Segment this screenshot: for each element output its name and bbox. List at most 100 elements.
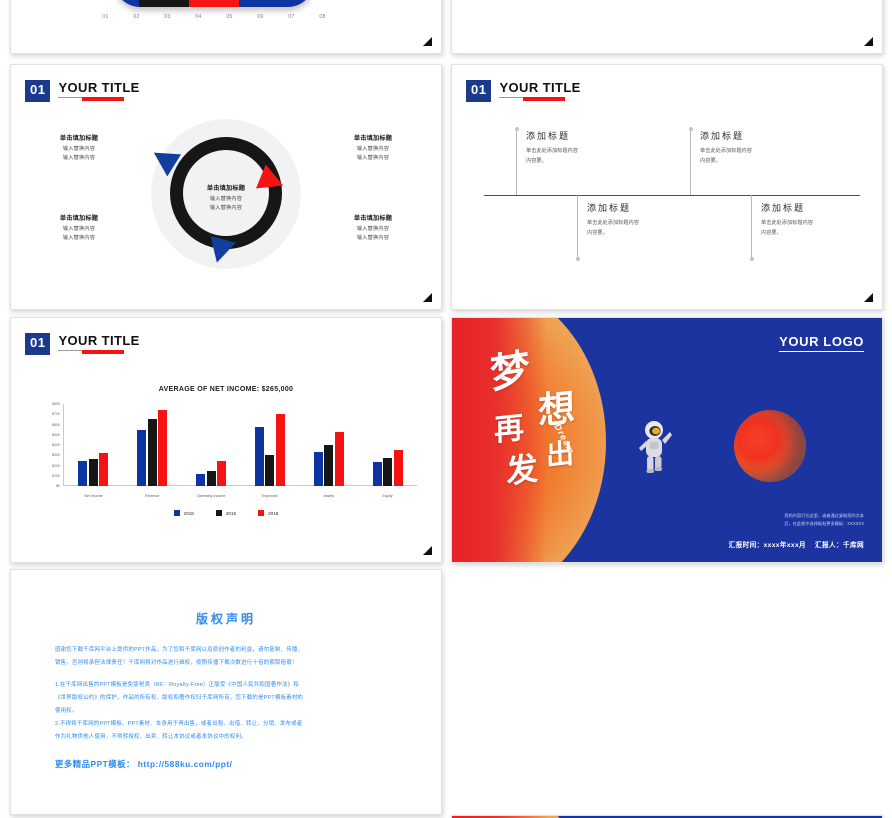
y-axis-tick-label: $600 (52, 422, 60, 427)
small-planet-graphic (734, 410, 806, 482)
copyright-heading: 版权声明 (195, 612, 256, 626)
pill-axis-labels: 01 02 03 04 05 06 07 08 (90, 14, 338, 20)
cycle-center-line1: 输入替换内容 (209, 196, 243, 202)
more-url[interactable]: http://588ku.com/ppt/ (138, 759, 233, 769)
timeline-dot (749, 257, 754, 261)
cycle-center-caption: 单击填加标题 输入替换内容 输入替换内容 (171, 183, 281, 213)
x-axis-tick-label: Operating Income (196, 494, 226, 498)
cycle-center-title: 单击填加标题 (206, 185, 246, 192)
slide-thumbnail-legend-chart[interactable]: 添加标题 添加标题 添加标题 添加标题 (451, 0, 883, 54)
legend-item: 2018 (215, 510, 237, 516)
corner-triangle-icon (423, 37, 432, 46)
slide-number-badge: 01 (466, 80, 492, 102)
slide-thumbnail-pill-chart[interactable]: 01 02 03 04 05 06 07 08 (10, 0, 442, 54)
caption-line1: 输入替换内容 (62, 226, 96, 232)
pill-segment-07 (264, 0, 289, 7)
pill-segment-04 (189, 0, 214, 7)
copyright-more-templates[interactable]: 更多精品PPT模板： http://588ku.com/ppt/ (55, 758, 397, 770)
pill-bar (114, 0, 314, 7)
corner-triangle-icon (864, 293, 873, 302)
copyright-item1-line2: 《世界版权公约》的保护，作品的所有权、版权和著作权归千库网所有，您下载的是PPT… (55, 695, 304, 702)
pill-axis-tick: 03 (164, 14, 171, 20)
slide-thumbnail-timeline[interactable]: 01 YOUR TITLE 添加标题 单击此处添加标题内容 内容要。 添加标题 … (451, 64, 883, 310)
slide-header: 01 YOUR TITLE (466, 80, 581, 102)
legend-label: 2018 (225, 510, 237, 516)
corner-triangle-icon (864, 37, 873, 46)
cycle-caption-top-right: 单击填加标题 输入替换内容 输入替换内容 (327, 133, 419, 163)
bar (78, 461, 88, 486)
y-axis: $800 $700 $600 $500 $400 $300 $200 $100 $0 (41, 402, 63, 488)
legend-item: 2018 (173, 510, 194, 516)
cycle-caption-bottom-right: 单击填加标题 输入替换内容 输入替换内容 (327, 213, 419, 243)
bar-group: Operating Income (196, 404, 227, 498)
pill-segment-02 (139, 0, 164, 7)
timeline-item-2[interactable]: 添加标题 单击此处添加标题内容 内容要。 (575, 195, 727, 261)
timeline-connector (751, 195, 752, 261)
title-rule-red (82, 350, 125, 354)
hanzi-fa: 发 (505, 448, 539, 492)
timeline-item-3[interactable]: 添加标题 单击此处添加标题内容 内容要。 (688, 127, 840, 195)
x-axis-tick-label: Assets (323, 494, 335, 498)
timeline-line2: 内容要。 (587, 229, 608, 236)
slide-thumbnail-cycle-diagram[interactable]: 01 YOUR TITLE 单击填加标题 输入替换内容 输入替换内容 单击填加标… (10, 64, 442, 310)
pill-axis-tick: 02 (133, 14, 140, 20)
copyright-para1-line1: 感谢您下载千库网平台上提供的PPT作品，为了您和千库网以及原创作者的利益，请勿复… (55, 647, 304, 653)
x-axis-tick-label: Expenses (261, 494, 278, 498)
cover-subtext-line1: 您的内容打在这里，或者通过复制您的文本 (784, 513, 864, 519)
pill-axis-tick: 04 (195, 14, 202, 20)
cycle-caption-bottom-left: 单击填加标题 输入替换内容 输入替换内容 (33, 213, 125, 243)
timeline-item-1[interactable]: 添加标题 单击此处添加标题内容 内容要。 (514, 127, 666, 195)
bar-group: Net Income (78, 404, 109, 498)
corner-triangle-icon (423, 293, 432, 302)
timeline-dot (514, 127, 519, 131)
timeline: 添加标题 单击此处添加标题内容 内容要。 添加标题 单击此处添加标题内容 内容要… (484, 127, 860, 261)
caption-line1: 输入替换内容 (356, 226, 390, 232)
bar-chart-plot: $800 $700 $600 $500 $400 $300 $200 $100 $0 Net I… (41, 402, 417, 500)
pill-axis-tick: 05 (226, 14, 233, 20)
bar (158, 410, 168, 486)
y-axis-tick-label: $0 (56, 484, 60, 488)
slide-thumbnail-bar-chart[interactable]: 01 YOUR TITLE AVERAGE OF NET INCOME: $26… (10, 317, 442, 563)
caption-title: 单击填加标题 (353, 135, 393, 142)
report-time-value: xxxx年xxx月 (763, 542, 807, 549)
bar (137, 429, 147, 486)
x-axis-tick-label: Revenue (145, 494, 160, 498)
bar-group: Equity (372, 404, 403, 498)
pill-segment-05 (214, 0, 239, 7)
hanzi-zai: 再 (493, 410, 525, 449)
slide-thumbnail-cover-1[interactable]: YOUR LOGO 梦 想 再 出 发 Dream 您的内容打在这里，或者通过复… (451, 317, 883, 563)
timeline-item-4[interactable]: 添加标题 单击此处添加标题内容 内容要。 (749, 195, 882, 261)
copyright-body: 版权声明 感谢您下载千库网平台上提供的PPT作品，为了您和千库网以及原创作者的利… (55, 610, 397, 770)
bar (372, 462, 382, 486)
slide-thumbnail-copyright[interactable]: 版权声明 感谢您下载千库网平台上提供的PPT作品，为了您和千库网以及原创作者的利… (10, 569, 442, 815)
y-axis-tick-label: $500 (52, 432, 60, 437)
more-label: 更多精品PPT模板： (55, 758, 135, 769)
legend-swatch (215, 510, 222, 516)
bar-group: Revenue (137, 404, 168, 498)
timeline-connector (577, 195, 578, 261)
caption-line2: 输入替换内容 (356, 155, 390, 162)
pill-segment-06 (239, 0, 264, 7)
copyright-para1-line2: 销售，否则将承担法律责任！千库网将对作品进行维权，按照传播下载次数进行十倍的索取… (55, 660, 298, 667)
caption-line2: 输入替换内容 (62, 235, 96, 242)
caption-line1: 输入替换内容 (62, 146, 96, 152)
bar (196, 473, 206, 486)
pill-axis-tick: 07 (288, 14, 295, 20)
x-axis-tick-label: Equity (382, 494, 393, 498)
y-axis-tick-label: $400 (52, 443, 60, 447)
cover-subtext: 您的内容打在这里，或者通过复制您的文本 后，在此框中选择粘贴更多模板：XXXXX… (714, 512, 864, 528)
timeline-line2: 内容要。 (761, 229, 782, 236)
bar-group: Expenses (254, 404, 285, 498)
timeline-line1: 单击此处添加标题内容 (587, 220, 639, 226)
bar (254, 426, 264, 486)
caption-title: 单击填加标题 (353, 215, 393, 222)
chart-title: AVERAGE OF NET INCOME: $265,000 (158, 386, 294, 393)
bar (334, 431, 344, 486)
timeline-connector (516, 129, 517, 195)
headline-calligraphy: 梦 想 再 出 发 (488, 345, 608, 518)
cycle-stage: 单击填加标题 输入替换内容 输入替换内容 单击填加标题 输入替换内容 输入替换内… (11, 97, 441, 309)
cycle-caption-top-left: 单击填加标题 输入替换内容 输入替换内容 (33, 133, 125, 163)
bar (88, 459, 98, 486)
timeline-line1: 单击此处添加标题内容 (526, 148, 578, 154)
legend-label: 2018 (268, 510, 279, 516)
